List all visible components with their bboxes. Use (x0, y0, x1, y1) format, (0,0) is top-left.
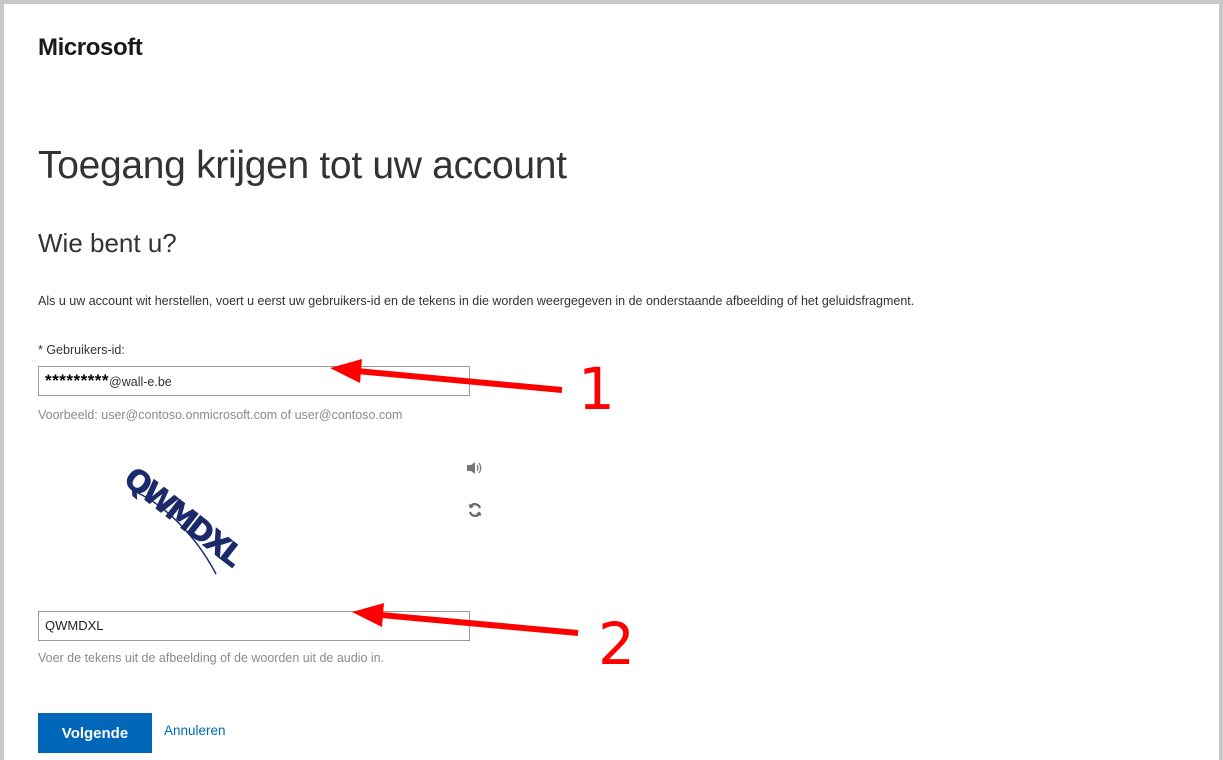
user-id-hint: Voorbeeld: user@contoso.onmicrosoft.com … (38, 408, 403, 422)
user-id-label: * Gebruikers-id: (38, 343, 125, 357)
user-id-input[interactable]: *********@wall-e.be (38, 366, 470, 396)
captcha-image: QWMDXL (116, 456, 256, 586)
cancel-link[interactable]: Annuleren (164, 723, 226, 738)
instructions-text: Als u uw account wit herstellen, voert u… (38, 294, 915, 308)
refresh-icon[interactable] (464, 499, 486, 521)
user-id-domain-value: @wall-e.be (109, 375, 172, 389)
page-subtitle: Wie bent u? (38, 228, 177, 258)
user-id-masked-value: ********* (45, 371, 110, 390)
microsoft-logo: Microsoft (38, 34, 143, 61)
captcha-graphic: QWMDXL (117, 460, 250, 575)
captcha-input[interactable]: QWMDXL (38, 611, 470, 641)
speaker-icon[interactable] (464, 457, 486, 479)
next-button[interactable]: Volgende (38, 713, 152, 753)
captcha-hint: Voer de tekens uit de afbeelding of de w… (38, 651, 385, 665)
annotation-number-1: 1 (578, 355, 615, 423)
captcha-text: QWMDXL (117, 461, 249, 575)
page-title: Toegang krijgen tot uw account (38, 144, 567, 187)
annotation-number-2: 2 (598, 610, 635, 678)
